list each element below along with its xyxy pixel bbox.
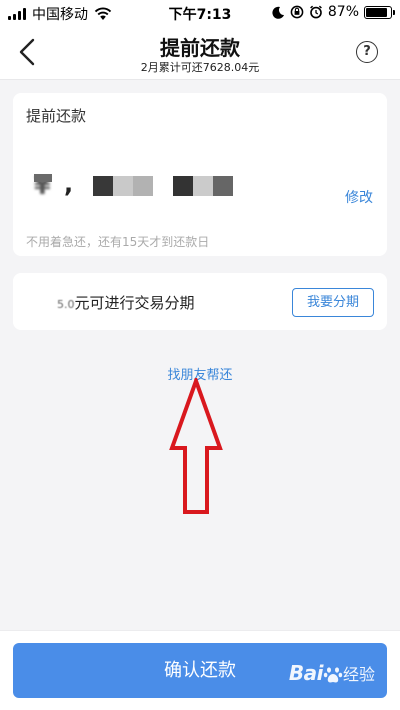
due-hint: 不用着急还，还有15天才到还款日 [26, 235, 210, 249]
confirm-repay-button[interactable]: 确认还款 Bai 经验 jingyan.baidu.com [13, 643, 387, 710]
page-subtitle: 2月累计可还7628.04元 [140, 61, 260, 74]
watermark-url: jingyan.baidu.com [289, 686, 375, 710]
alarm-icon [309, 5, 322, 19]
watermark-brand-b: 经验 [342, 665, 375, 684]
amount-mask-top [34, 174, 52, 182]
page-title: 提前还款 [160, 36, 240, 60]
repay-card-label: 提前还款 [26, 107, 87, 125]
battery-percent: 87% [327, 4, 359, 20]
paw-logo-icon [323, 667, 343, 683]
bottom-bar: 确认还款 Bai 经验 jingyan.baidu.com [0, 630, 400, 710]
moon-icon [272, 6, 284, 19]
watermark-brand-a: Bai [288, 661, 324, 685]
amount-separator: , [64, 170, 74, 198]
edit-amount-button[interactable]: 修改 [345, 187, 373, 207]
annotation-arrow-icon [169, 378, 223, 514]
status-right: 87% [272, 4, 395, 20]
installment-amount-fragment: 5.0 [57, 298, 75, 311]
nav-bar: 提前还款 2月累计可还7628.04元 ? [0, 26, 400, 80]
battery-icon [364, 5, 395, 19]
repay-amount: ¥ , [34, 170, 244, 202]
baidu-watermark: Bai 经验 jingyan.baidu.com [289, 663, 375, 710]
confirm-repay-label: 确认还款 [164, 660, 236, 681]
installment-button[interactable]: 我要分期 [292, 288, 374, 317]
rotation-lock-icon [290, 5, 304, 19]
status-bar: 中国移动 下午7:13 87% [0, 0, 400, 26]
help-icon[interactable]: ? [356, 41, 378, 63]
amount-mask-1 [93, 176, 153, 198]
amount-mask-2 [173, 176, 233, 198]
installment-text: 5.0元可进行交易分期 [57, 294, 195, 312]
installment-card: 5.0元可进行交易分期 我要分期 [13, 273, 387, 330]
